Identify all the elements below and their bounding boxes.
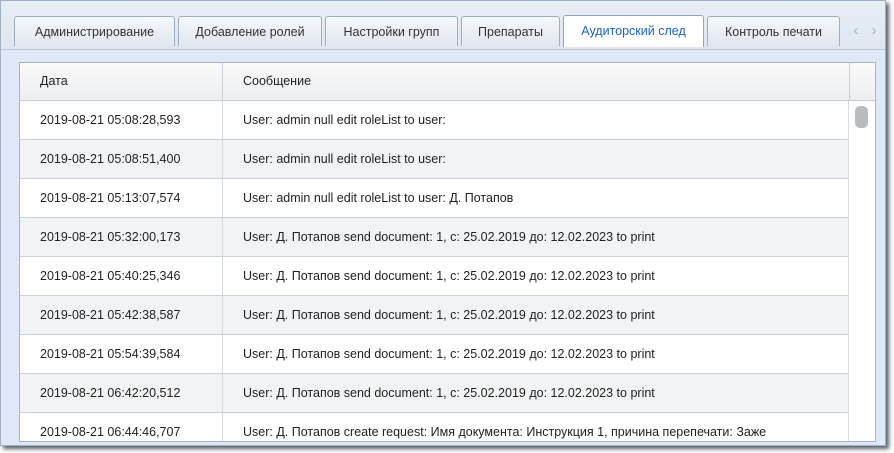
table-row[interactable]: 2019-08-21 05:42:38,587 User: Д. Потапов… <box>20 296 849 335</box>
tab-bar: Администрирование Добавление ролей Настр… <box>1 1 885 50</box>
message-cell: User: Д. Потапов send document: 1, с: 25… <box>243 308 655 322</box>
date-cell: 2019-08-21 05:54:39,584 <box>20 335 223 373</box>
scrollbar-thumb[interactable] <box>855 106 868 128</box>
tab-group-settings[interactable]: Настройки групп <box>325 16 458 46</box>
audit-window: Администрирование Добавление ролей Настр… <box>0 0 886 446</box>
tab-drugs[interactable]: Препараты <box>461 16 560 46</box>
column-header-date[interactable]: Дата <box>20 63 223 100</box>
column-header-message[interactable]: Сообщение <box>223 63 850 100</box>
message-cell: User: admin null edit roleList to user: <box>243 152 446 166</box>
tab-print-control[interactable]: Контроль печати <box>707 16 840 46</box>
message-cell: User: admin null edit roleList to user: <box>243 113 446 127</box>
date-cell: 2019-08-21 05:08:28,593 <box>20 101 223 139</box>
date-cell: 2019-08-21 05:40:25,346 <box>20 257 223 295</box>
date-cell: 2019-08-21 05:32:00,173 <box>20 218 223 256</box>
tab-administration[interactable]: Администрирование <box>14 16 175 46</box>
chevron-left-icon[interactable]: ‹ <box>849 19 863 43</box>
table-row[interactable]: 2019-08-21 05:32:00,173 User: Д. Потапов… <box>20 218 849 257</box>
date-cell: 2019-08-21 05:13:07,574 <box>20 179 223 217</box>
date-cell: 2019-08-21 05:42:38,587 <box>20 296 223 334</box>
tab-audit-trail[interactable]: Аудиторский след <box>563 15 704 47</box>
table-row[interactable]: 2019-08-21 06:44:46,707 User: Д. Потапов… <box>20 413 849 441</box>
chevron-right-icon[interactable]: › <box>867 19 881 43</box>
table-row[interactable]: 2019-08-21 05:13:07,574 User: admin null… <box>20 179 849 218</box>
message-cell: User: Д. Потапов send document: 1, с: 25… <box>243 386 655 400</box>
message-cell: User: admin null edit roleList to user: … <box>243 191 514 205</box>
date-cell: 2019-08-21 05:08:51,400 <box>20 140 223 178</box>
tab-add-roles[interactable]: Добавление ролей <box>178 16 322 46</box>
grid-header: Дата Сообщение <box>20 63 875 101</box>
date-cell: 2019-08-21 06:44:46,707 <box>20 413 223 441</box>
message-cell: User: Д. Потапов send document: 1, с: 25… <box>243 347 655 361</box>
message-cell: User: Д. Потапов create request: Имя док… <box>243 425 767 439</box>
table-row[interactable]: 2019-08-21 05:40:25,346 User: Д. Потапов… <box>20 257 849 296</box>
table-row[interactable]: 2019-08-21 06:42:20,512 User: Д. Потапов… <box>20 374 849 413</box>
audit-grid: Дата Сообщение 2019-08-21 05:08:28,593 U… <box>19 62 876 442</box>
date-cell: 2019-08-21 06:42:20,512 <box>20 374 223 412</box>
table-row[interactable]: 2019-08-21 05:08:28,593 User: admin null… <box>20 101 849 140</box>
table-row[interactable]: 2019-08-21 05:54:39,584 User: Д. Потапов… <box>20 335 849 374</box>
table-row[interactable]: 2019-08-21 05:08:51,400 User: admin null… <box>20 140 849 179</box>
grid-body: 2019-08-21 05:08:28,593 User: admin null… <box>20 101 849 441</box>
vertical-scrollbar[interactable] <box>848 101 875 441</box>
message-cell: User: Д. Потапов send document: 1, с: 25… <box>243 230 655 244</box>
message-cell: User: Д. Потапов send document: 1, с: 25… <box>243 269 655 283</box>
